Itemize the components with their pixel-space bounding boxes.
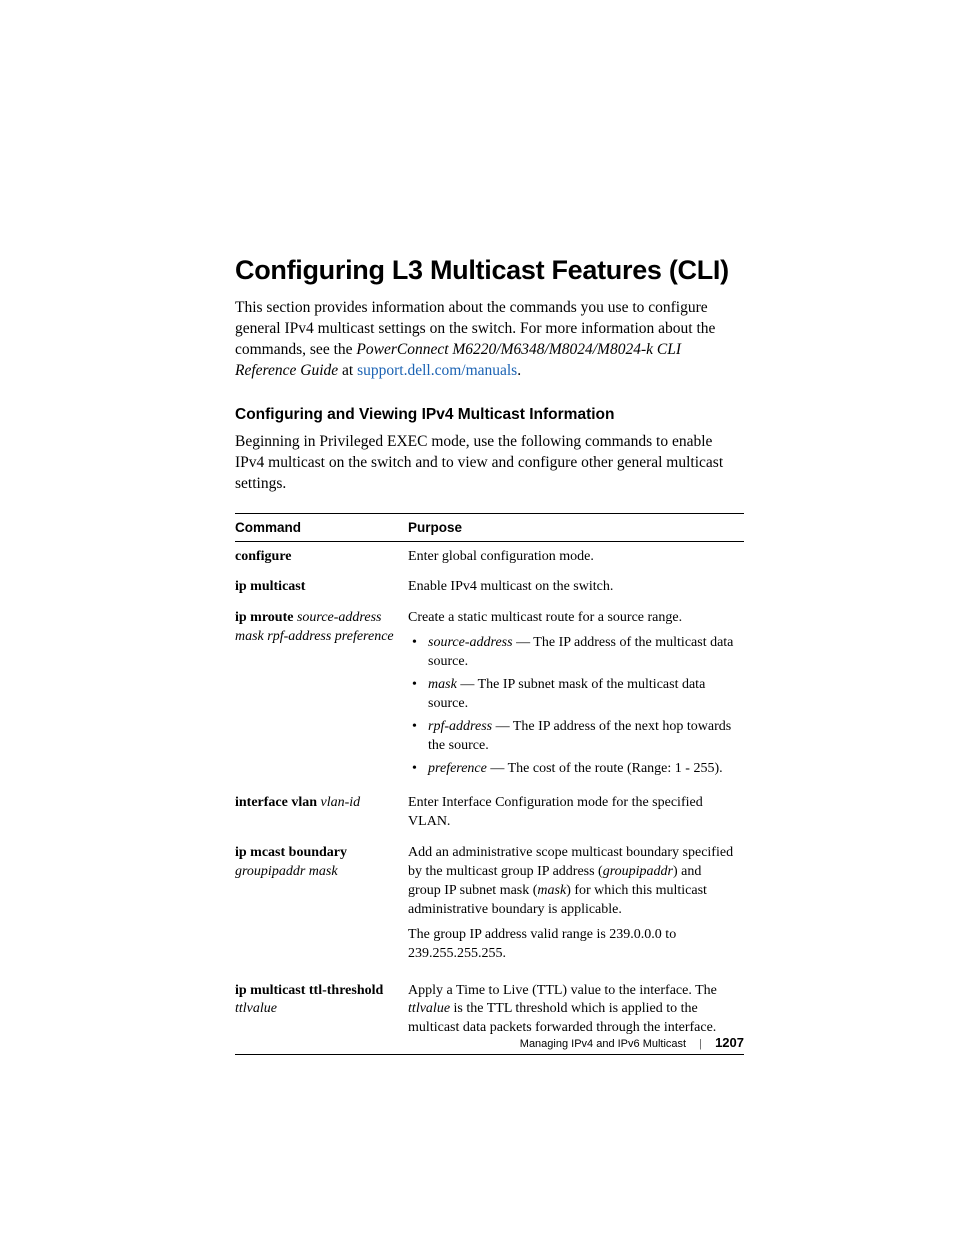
table-row: ip mcast boundary groupipaddr mask Add a… <box>235 838 744 975</box>
cmd-arg: groupipaddr mask <box>235 864 338 879</box>
purpose-text: is the TTL threshold which is applied to… <box>408 1001 716 1035</box>
param-name: ttlvalue <box>408 1001 450 1016</box>
param-name: preference <box>428 761 487 776</box>
th-command: Command <box>235 513 408 541</box>
page-title: Configuring L3 Multicast Features (CLI) <box>235 255 744 286</box>
table-row: ip multicast Enable IPv4 multicast on th… <box>235 572 744 603</box>
purpose-text: Enter Interface Configuration mode for t… <box>408 795 703 829</box>
bullet-list: source-address — The IP address of the m… <box>408 634 734 778</box>
lead-paragraph: Beginning in Privileged EXEC mode, use t… <box>235 432 744 495</box>
section-heading: Configuring and Viewing IPv4 Multicast I… <box>235 406 744 424</box>
purpose-text: The group IP address valid range is 239.… <box>408 927 676 961</box>
table-row: ip mroute source-address mask rpf-addres… <box>235 603 744 788</box>
table-row: configure Enter global configuration mod… <box>235 541 744 572</box>
cmd-keyword: ip mroute <box>235 610 293 625</box>
cmd-keyword: ip multicast ttl-threshold <box>235 983 383 998</box>
purpose-text: Create a static multicast route for a so… <box>408 610 682 625</box>
command-table: Command Purpose configure Enter global c… <box>235 513 744 1056</box>
cmd-keyword: ip multicast <box>235 579 305 594</box>
purpose-text: Enable IPv4 multicast on the switch. <box>408 579 613 594</box>
param-desc: — The cost of the route (Range: 1 - 255)… <box>487 761 723 776</box>
list-item: preference — The cost of the route (Rang… <box>424 760 734 779</box>
param-name: mask <box>428 677 457 692</box>
list-item: source-address — The IP address of the m… <box>424 634 734 672</box>
footer-sep: | <box>699 1038 702 1050</box>
intro-paragraph: This section provides information about … <box>235 298 744 382</box>
table-row: interface vlan vlan-id Enter Interface C… <box>235 788 744 838</box>
cmd-arg: ttlvalue <box>235 1001 277 1016</box>
param-desc: — The IP subnet mask of the multicast da… <box>428 677 705 711</box>
th-purpose: Purpose <box>408 513 744 541</box>
footer-page-number: 1207 <box>715 1035 744 1050</box>
footer-chapter: Managing IPv4 and IPv6 Multicast <box>520 1038 686 1050</box>
cmd-arg: vlan-id <box>317 795 360 810</box>
intro-text-2: at <box>338 362 357 379</box>
param-name: rpf-address <box>428 719 492 734</box>
cmd-keyword: configure <box>235 549 292 564</box>
param-name: source-address <box>428 635 513 650</box>
purpose-text: Apply a Time to Live (TTL) value to the … <box>408 983 717 998</box>
param-name: groupipaddr <box>603 864 673 879</box>
list-item: mask — The IP subnet mask of the multica… <box>424 676 734 714</box>
cmd-keyword: ip mcast boundary <box>235 845 347 860</box>
manuals-link[interactable]: support.dell.com/manuals <box>357 362 517 379</box>
purpose-text: Enter global configuration mode. <box>408 549 594 564</box>
intro-text-3: . <box>517 362 521 379</box>
list-item: rpf-address — The IP address of the next… <box>424 718 734 756</box>
param-name: mask <box>537 883 566 898</box>
page-footer: Managing IPv4 and IPv6 Multicast | 1207 <box>235 1035 744 1050</box>
cmd-keyword: interface vlan <box>235 795 317 810</box>
